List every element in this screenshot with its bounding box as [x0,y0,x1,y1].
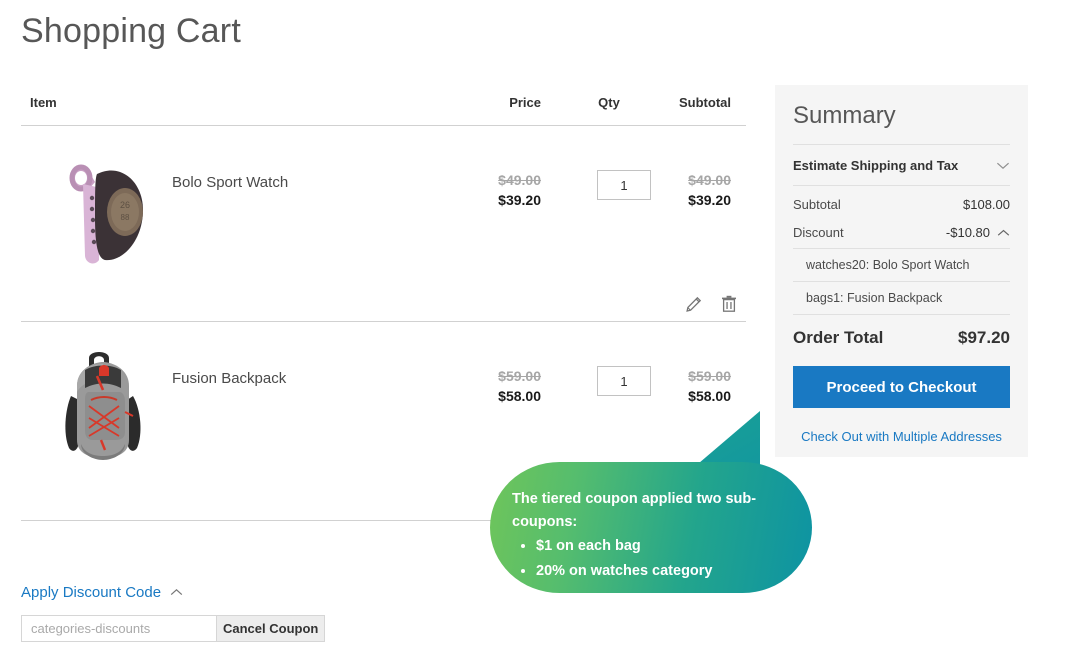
order-summary-panel: Summary Estimate Shipping and Tax Subtot… [775,85,1028,457]
discount-code-block: Apply Discount Code Cancel Coupon [21,584,326,642]
subtotal-original: $59.00 [688,368,731,384]
column-header-qty: Qty [598,95,620,110]
product-name[interactable]: Bolo Sport Watch [172,174,288,191]
subtotal-discounted: $58.00 [688,388,731,404]
chevron-down-icon [996,161,1010,170]
product-name[interactable]: Fusion Backpack [172,370,286,387]
subtotal-value: $108.00 [963,197,1010,212]
price-cell: $59.00 $58.00 [441,367,541,406]
coupon-detail-row: bags1: Fusion Backpack [793,281,1010,314]
cart-table: Item Price Qty Subtotal 26 88 Bolo Sport… [21,95,746,521]
product-image-bolo-sport-watch[interactable]: 26 88 [51,144,155,272]
subtotal-row: Subtotal $108.00 [793,186,1010,218]
row-actions [684,294,738,314]
callout-heading: The tiered coupon applied two sub-coupon… [512,491,757,530]
summary-title: Summary [793,102,896,129]
svg-text:26: 26 [120,200,130,210]
discount-row[interactable]: Discount -$10.80 [793,218,1010,248]
order-total-value: $97.20 [958,328,1010,347]
subtotal-original: $49.00 [688,172,731,188]
list-item: 20% on watches category [536,559,797,584]
page-title: Shopping Cart [21,12,241,50]
subtotal-discounted: $39.20 [688,192,731,208]
proceed-to-checkout-button[interactable]: Proceed to Checkout [793,366,1010,408]
price-original: $49.00 [498,172,541,188]
coupon-form: Cancel Coupon [21,615,326,642]
price-cell: $49.00 $39.20 [441,171,541,210]
subtotal-cell: $59.00 $58.00 [641,367,731,406]
price-discounted: $58.00 [498,388,541,404]
trash-icon[interactable] [720,294,738,314]
coupon-detail-row: watches20: Bolo Sport Watch [793,248,1010,281]
order-total-label: Order Total [793,328,884,347]
discount-value-group: -$10.80 [946,225,1010,240]
callout-content: The tiered coupon applied two sub-coupon… [512,488,797,584]
estimate-shipping-and-tax-toggle[interactable]: Estimate Shipping and Tax [793,145,1010,185]
column-header-price: Price [509,95,541,110]
callout-bubble: The tiered coupon applied two sub-coupon… [490,462,812,593]
apply-discount-code-label: Apply Discount Code [21,584,162,601]
apply-discount-code-toggle[interactable]: Apply Discount Code [21,584,183,601]
column-header-item: Item [30,95,57,110]
cancel-coupon-button[interactable]: Cancel Coupon [216,615,326,642]
table-row: 26 88 Bolo Sport Watch $49.00 $39.20 $49… [21,126,746,322]
callout-list: $1 on each bag 20% on watches category [512,534,797,584]
price-discounted: $39.20 [498,192,541,208]
estimate-shipping-label: Estimate Shipping and Tax [793,158,959,173]
discount-value: -$10.80 [945,225,990,240]
checkout-multiple-addresses-link[interactable]: Check Out with Multiple Addresses [793,429,1010,444]
pencil-icon[interactable] [684,294,702,314]
product-image-fusion-backpack[interactable] [51,340,155,468]
subtotal-cell: $49.00 $39.20 [641,171,731,210]
cart-table-header: Item Price Qty Subtotal [21,95,746,126]
discount-label: Discount [793,225,844,240]
price-original: $59.00 [498,368,541,384]
list-item: $1 on each bag [536,534,797,559]
chevron-up-icon [170,588,183,597]
chevron-up-icon[interactable] [997,229,1010,237]
order-total-row: Order Total $97.20 [793,314,1010,363]
shopping-cart-page: Shopping Cart Item Price Qty Subtotal 26… [0,0,1065,659]
subtotal-label: Subtotal [793,197,841,212]
svg-text:88: 88 [121,213,130,222]
coupon-code-input[interactable] [21,615,216,642]
column-header-subtotal: Subtotal [679,95,731,110]
